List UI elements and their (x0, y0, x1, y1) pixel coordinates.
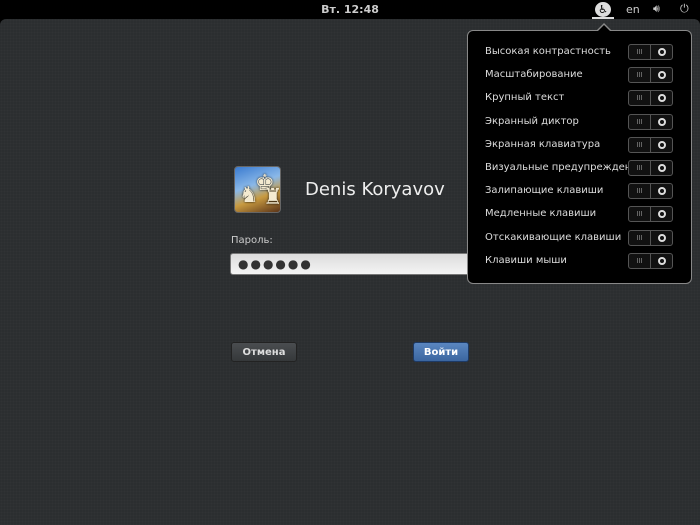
menu-arrow-fill (597, 25, 611, 32)
toggle-off-glyph: III (629, 68, 651, 83)
toggle-knob-icon (658, 256, 666, 265)
toggle-off-glyph: III (629, 114, 651, 129)
a11y-toggle[interactable]: III (628, 67, 673, 84)
toggle-off-glyph: III (629, 207, 651, 222)
a11y-item-label: Высокая контрастность (485, 46, 611, 57)
a11y-item-label: Отскакивающие клавиши (485, 231, 622, 243)
a11y-item[interactable]: Отскакивающие клавиши III (485, 229, 675, 248)
a11y-toggle[interactable]: III (628, 44, 673, 60)
login-button[interactable]: Войти (413, 342, 469, 362)
user-name: Denis Koryavov (305, 179, 445, 200)
a11y-item[interactable]: Крупный текст III (485, 90, 675, 108)
a11y-item[interactable]: Масштабирование III (485, 67, 675, 85)
a11y-toggle[interactable]: III (628, 90, 673, 107)
a11y-item-label: Визуальные предупреждения (485, 162, 644, 173)
a11y-item-label: Масштабирование (485, 69, 583, 81)
password-label: Пароль: (231, 235, 273, 246)
a11y-toggle[interactable]: III (628, 252, 673, 269)
power-icon[interactable]: ⏻ (680, 2, 689, 16)
a11y-item[interactable]: Экранная клавиатура III (485, 136, 675, 155)
a11y-toggle[interactable]: III (628, 183, 673, 200)
a11y-item[interactable]: Визуальные предупреждения III (485, 160, 675, 178)
password-input[interactable]: ●●●●●● (230, 253, 490, 275)
toggle-off-glyph: III (629, 91, 651, 106)
a11y-item-label: Залипающие клавиши (485, 185, 604, 197)
toggle-knob-icon (658, 164, 666, 172)
a11y-item[interactable]: Клавиши мыши III (485, 252, 675, 271)
toggle-knob-icon (658, 233, 666, 242)
toggle-knob-icon (658, 117, 666, 126)
a11y-toggle[interactable]: III (628, 160, 673, 176)
a11y-toggle[interactable]: III (628, 113, 673, 130)
toggle-off-glyph: III (629, 137, 651, 152)
keyboard-layout[interactable]: en (626, 3, 640, 16)
a11y-item-label: Крупный текст (485, 92, 565, 104)
toggle-off-glyph: III (629, 45, 651, 59)
cancel-button[interactable]: Отмена (231, 342, 297, 362)
a11y-item-label: Экранный диктор (485, 115, 579, 127)
a11y-item[interactable]: Высокая контрастность III (485, 44, 675, 62)
toggle-off-glyph: III (629, 230, 651, 245)
a11y-item[interactable]: Экранный диктор III (485, 113, 675, 132)
a11y-toggle[interactable]: III (628, 136, 673, 153)
a11y-item[interactable]: Залипающие клавиши III (485, 183, 675, 201)
user-avatar: ♞ ♚ ♜ (234, 166, 281, 213)
toggle-knob-icon (658, 71, 666, 80)
toggle-off-glyph: III (629, 253, 651, 268)
toggle-knob-icon (658, 48, 666, 56)
accessibility-icon[interactable]: ♿ (595, 2, 611, 17)
toggle-knob-icon (658, 187, 666, 196)
toggle-off-glyph: III (629, 184, 651, 199)
a11y-toggle[interactable]: III (628, 229, 673, 246)
toggle-knob-icon (658, 140, 666, 149)
top-bar: Вт. 12:48 ♿ en 🔊︎ ⏻ (0, 0, 700, 19)
a11y-toggle[interactable]: III (628, 206, 673, 223)
volume-icon[interactable]: 🔊︎ (653, 2, 660, 16)
toggle-off-glyph: III (629, 161, 651, 175)
a11y-item-label: Медленные клавиши (485, 208, 597, 220)
toggle-knob-icon (658, 210, 666, 219)
a11y-item-label: Клавиши мыши (485, 254, 567, 266)
toggle-knob-icon (658, 94, 666, 103)
a11y-item-label: Экранная клавиатура (485, 138, 601, 150)
a11y-item[interactable]: Медленные клавиши III (485, 206, 675, 224)
